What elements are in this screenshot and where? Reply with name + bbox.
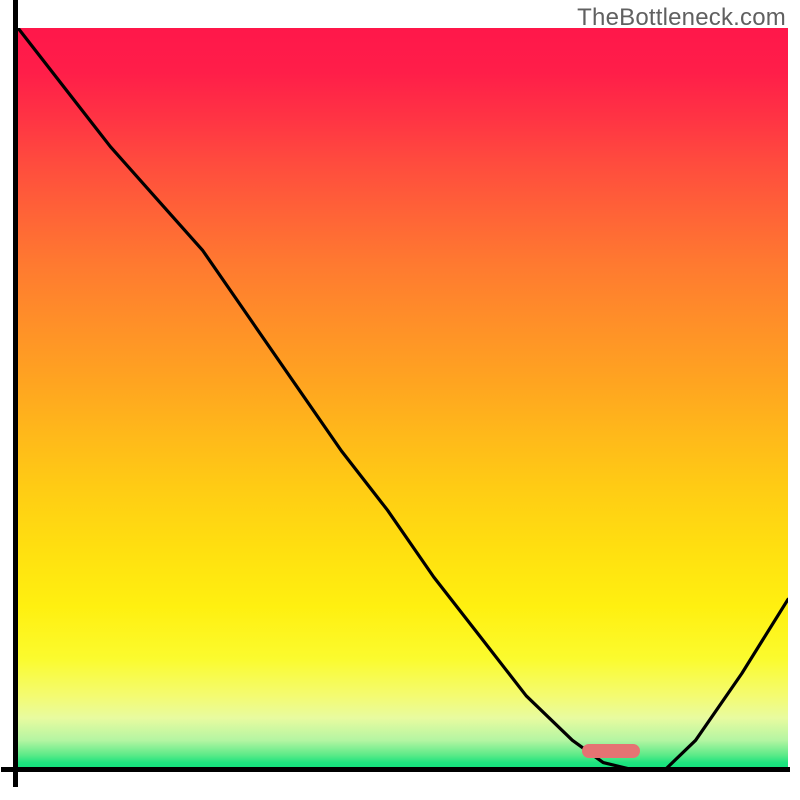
optimal-marker xyxy=(582,744,640,758)
plot-area xyxy=(18,28,788,786)
watermark-text: TheBottleneck.com xyxy=(577,4,786,32)
curve-line xyxy=(18,28,788,770)
